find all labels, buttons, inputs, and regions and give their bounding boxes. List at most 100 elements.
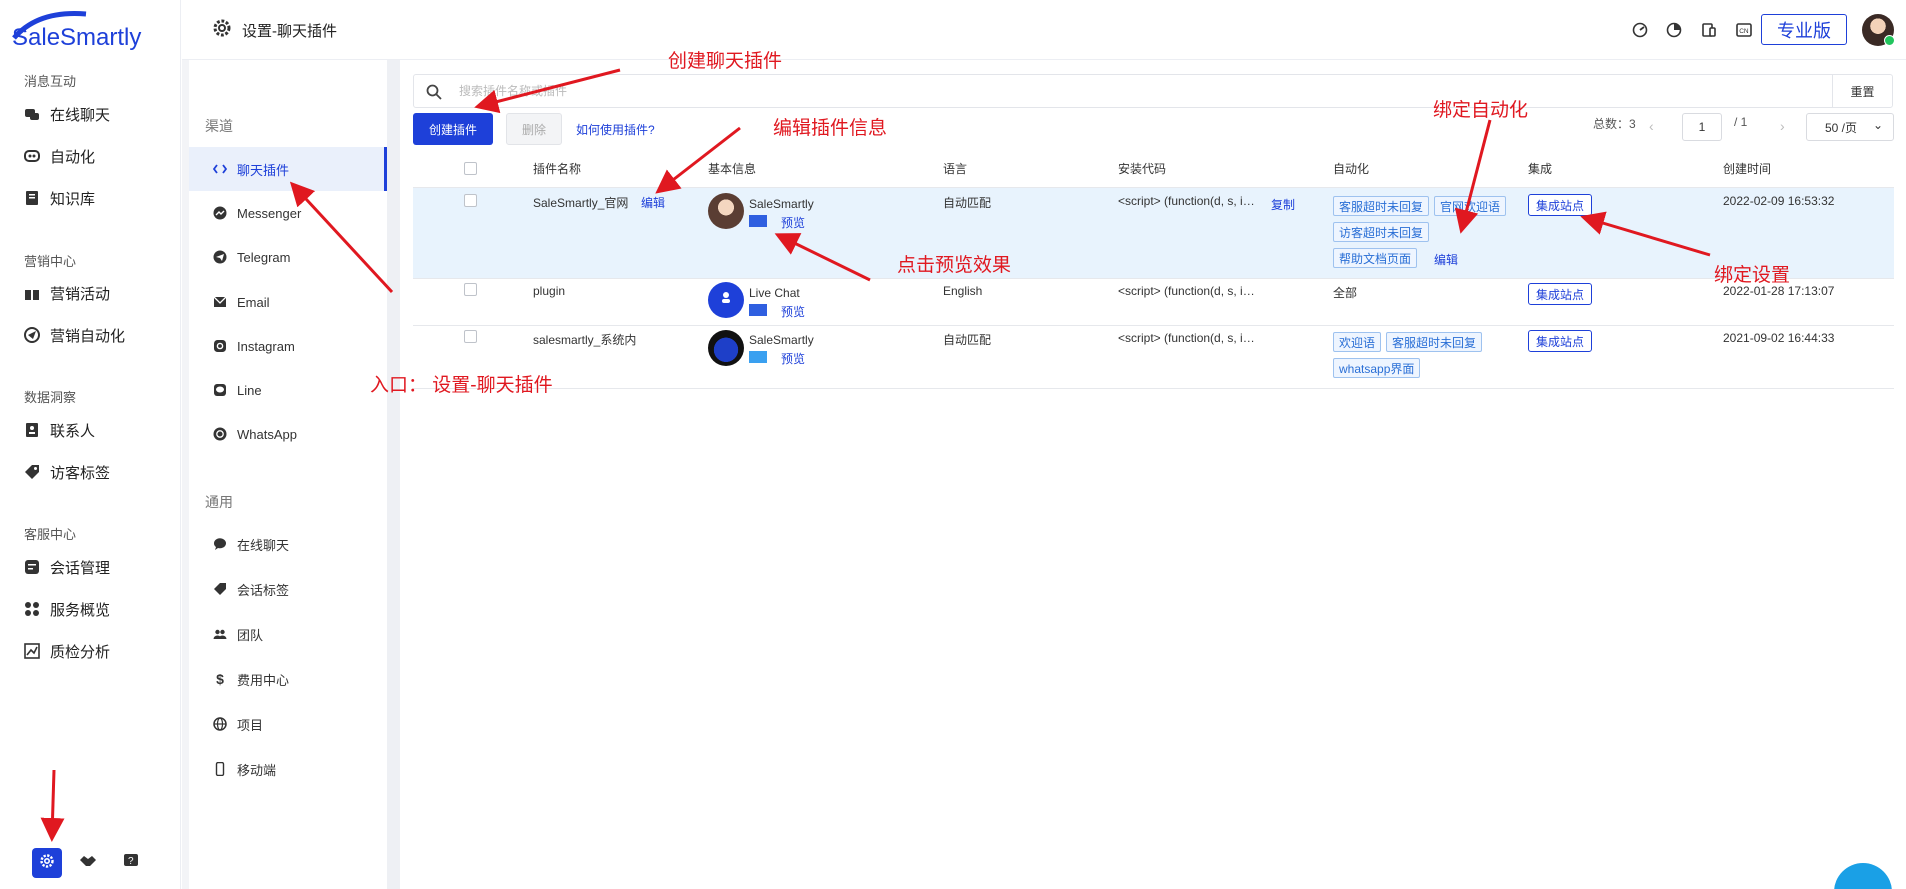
- subnav-item-label: Messenger: [237, 205, 302, 221]
- col-header-code: 安装代码: [1118, 162, 1167, 176]
- nav-section-label: 营销中心: [24, 254, 77, 269]
- nav-item-label: 营销自动化: [50, 327, 126, 345]
- speed-icon[interactable]: [1630, 20, 1650, 40]
- edit-automation-link[interactable]: 编辑: [1434, 251, 1458, 268]
- prev-page-icon[interactable]: ‹: [1649, 118, 1654, 134]
- subnav-item-label: 项目: [237, 717, 264, 733]
- plugin-name: plugin: [533, 284, 566, 298]
- nav-item-label: 会话管理: [50, 559, 111, 577]
- handshake-icon: [79, 854, 97, 873]
- main-content: [400, 60, 1906, 889]
- page-size-select[interactable]: 50 /页 ⌄: [1806, 113, 1894, 141]
- nav-item-automation[interactable]: 自动化: [24, 143, 95, 169]
- delete-button[interactable]: 删除: [506, 113, 562, 145]
- integrate-site-button[interactable]: 集成站点: [1528, 330, 1593, 352]
- col-header-integration: 集成: [1528, 162, 1553, 176]
- nav-item-marketing-automation[interactable]: 营销自动化: [24, 322, 125, 348]
- automation-tag[interactable]: 欢迎语: [1333, 332, 1382, 352]
- partner-button[interactable]: [73, 848, 103, 878]
- subnav-item-billing[interactable]: $ 费用中心: [189, 657, 387, 701]
- integrate-site-button[interactable]: 集成站点: [1528, 194, 1593, 216]
- nav-item-visitor-tags[interactable]: 访客标签: [24, 459, 110, 485]
- theme-color-swatch: [749, 215, 767, 227]
- plugin-name: SaleSmartly_官网: [533, 196, 629, 210]
- annotation-automation: 绑定自动化: [1433, 100, 1529, 121]
- subnav-item-messenger[interactable]: Messenger: [189, 191, 387, 235]
- integrate-site-button[interactable]: 集成站点: [1528, 283, 1593, 305]
- subnav-item-live-chat[interactable]: 在线聊天: [189, 522, 387, 566]
- subnav-item-label: Email: [237, 294, 270, 310]
- devices-icon[interactable]: [1699, 20, 1719, 40]
- page-title: 设置-聊天插件: [212, 18, 337, 42]
- whatsapp-icon: [213, 427, 227, 441]
- subnav-section-label: 通用: [205, 494, 233, 510]
- robot-icon: [24, 148, 40, 164]
- grid-icon: [24, 601, 40, 617]
- automation-tag[interactable]: 帮助文档页面: [1333, 248, 1418, 268]
- page-size-value: 50 /页: [1825, 120, 1858, 135]
- col-header-info: 基本信息: [708, 162, 757, 176]
- nav-section-label: 消息互动: [24, 74, 77, 89]
- automation-tag[interactable]: 客服超时未回复: [1333, 196, 1430, 216]
- subnav-item-email[interactable]: Email: [189, 280, 387, 324]
- reset-button[interactable]: 重置: [1832, 75, 1892, 107]
- automation-tag[interactable]: 官网欢迎语: [1434, 196, 1507, 216]
- next-page-icon[interactable]: ›: [1780, 118, 1785, 134]
- copy-code-link[interactable]: 复制: [1271, 196, 1295, 213]
- subnav-item-mobile[interactable]: 移动端: [189, 747, 387, 791]
- automation-tag[interactable]: 客服超时未回复: [1386, 332, 1483, 352]
- user-avatar[interactable]: [1862, 14, 1895, 46]
- gift-icon: [24, 285, 40, 301]
- page-input[interactable]: 1: [1682, 113, 1722, 141]
- search-input[interactable]: [459, 76, 1892, 106]
- nav-item-label: 自动化: [50, 148, 96, 166]
- subnav-item-whatsapp[interactable]: WhatsApp: [189, 412, 387, 456]
- subnav-item-team[interactable]: 团队: [189, 612, 387, 656]
- nav-gutter: [182, 60, 189, 889]
- automation-tag[interactable]: whatsapp界面: [1333, 358, 1421, 378]
- preview-link[interactable]: 预览: [781, 303, 805, 320]
- nav-item-label: 知识库: [50, 190, 96, 208]
- create-plugin-button[interactable]: 创建插件: [413, 113, 493, 145]
- language-icon[interactable]: CN: [1734, 20, 1754, 40]
- subnav-item-session-tags[interactable]: 会话标签: [189, 567, 387, 611]
- nav-item-knowledge[interactable]: 知识库: [24, 185, 95, 211]
- automation-tag[interactable]: 访客超时未回复: [1333, 222, 1430, 242]
- globe-icon: [213, 717, 227, 731]
- help-button[interactable]: ?: [116, 848, 146, 878]
- nav-item-label: 在线聊天: [50, 106, 111, 124]
- subnav-item-label: 会话标签: [237, 582, 290, 598]
- preview-link[interactable]: 预览: [781, 214, 805, 231]
- subnav-item-projects[interactable]: 项目: [189, 702, 387, 746]
- book-icon: [24, 190, 40, 206]
- pro-plan-button[interactable]: 专业版: [1761, 14, 1847, 45]
- col-header-created: 创建时间: [1723, 162, 1772, 176]
- install-code: <script> (function(d, s, i…: [1118, 284, 1255, 298]
- nav-item-contacts[interactable]: 联系人: [24, 417, 95, 443]
- row-checkbox[interactable]: [464, 194, 477, 207]
- nav-item-sessions[interactable]: 会话管理: [24, 554, 110, 580]
- salesmartly-logo[interactable]: SaleSmartly: [8, 8, 173, 50]
- row-checkbox[interactable]: [464, 330, 477, 343]
- how-to-use-link[interactable]: 如何使用插件?: [576, 121, 655, 138]
- pie-chart-icon[interactable]: [1664, 20, 1684, 40]
- col-header-language: 语言: [943, 162, 968, 176]
- subnav-item-line[interactable]: Line: [189, 368, 387, 412]
- nav-item-quality[interactable]: 质检分析: [24, 638, 110, 664]
- nav-item-live-chat[interactable]: 在线聊天: [24, 101, 110, 127]
- messenger-icon: [213, 206, 227, 220]
- subnav-item-chat-plugin[interactable]: 聊天插件: [189, 147, 387, 191]
- edit-plugin-link[interactable]: 编辑: [641, 194, 665, 211]
- nav-item-label: 质检分析: [50, 643, 111, 661]
- nav-item-campaigns[interactable]: 营销活动: [24, 280, 110, 306]
- subnav-item-telegram[interactable]: Telegram: [189, 235, 387, 279]
- language-value: English: [943, 284, 983, 298]
- row-checkbox[interactable]: [464, 283, 477, 296]
- select-all-checkbox[interactable]: [464, 162, 477, 175]
- settings-button[interactable]: [32, 848, 62, 878]
- subnav-item-instagram[interactable]: Instagram: [189, 324, 387, 368]
- nav-item-service-overview[interactable]: 服务概览: [24, 596, 110, 622]
- preview-link[interactable]: 预览: [781, 350, 805, 367]
- svg-text:CN: CN: [1739, 28, 1749, 35]
- theme-color-swatch: [749, 351, 767, 363]
